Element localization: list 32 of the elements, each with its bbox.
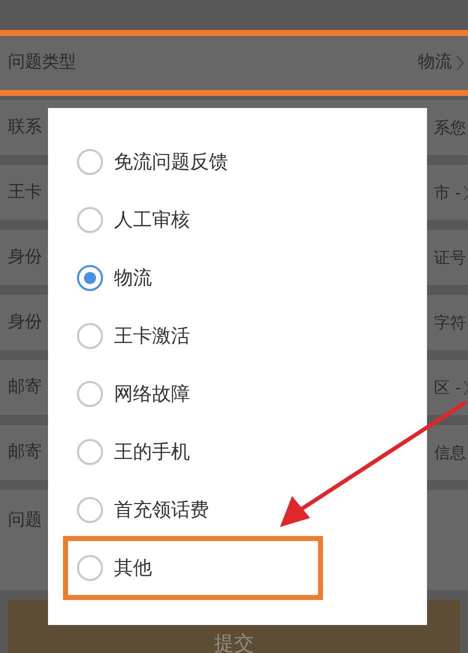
field-label: 邮寄 xyxy=(8,440,42,464)
field-label: 身份 xyxy=(8,310,42,334)
field-label: 邮寄 xyxy=(8,376,42,399)
chevron-icon xyxy=(456,55,464,71)
field-label: 问题类型 xyxy=(8,51,76,74)
radio-unselected[interactable] xyxy=(77,439,103,465)
option-item[interactable]: 首充领话费 xyxy=(48,481,427,539)
option-item[interactable]: 其他 xyxy=(63,536,323,600)
option-item[interactable]: 人工审核 xyxy=(48,191,427,249)
field-value: 市 - xyxy=(434,182,461,204)
radio-unselected[interactable] xyxy=(77,149,103,175)
field-label: 王卡 xyxy=(8,180,42,204)
field-value: 系您 xyxy=(434,116,466,138)
radio-unselected[interactable] xyxy=(77,381,103,407)
field-label: 身份 xyxy=(8,246,42,269)
field-value: 信息 xyxy=(434,442,466,464)
field-label: 问题 xyxy=(8,509,42,532)
field-value: 证号 xyxy=(434,246,466,268)
field-value: 区 - xyxy=(434,376,461,398)
option-item[interactable]: 网络故障 xyxy=(48,365,427,423)
radio-selected[interactable] xyxy=(77,265,103,291)
option-item[interactable]: 免流问题反馈 xyxy=(48,133,427,191)
radio-unselected[interactable] xyxy=(77,207,103,233)
radio-unselected[interactable] xyxy=(77,497,103,523)
field-value: 字符 xyxy=(434,312,466,334)
radio-unselected[interactable] xyxy=(77,555,103,581)
option-item[interactable]: 王卡激活 xyxy=(48,307,427,365)
option-item[interactable]: 王的手机 xyxy=(48,423,427,481)
radio-unselected[interactable] xyxy=(77,323,103,349)
option-item[interactable]: 物流 xyxy=(48,249,427,307)
field-value: 物流 xyxy=(418,51,452,74)
field-label: 联系 xyxy=(8,116,42,139)
